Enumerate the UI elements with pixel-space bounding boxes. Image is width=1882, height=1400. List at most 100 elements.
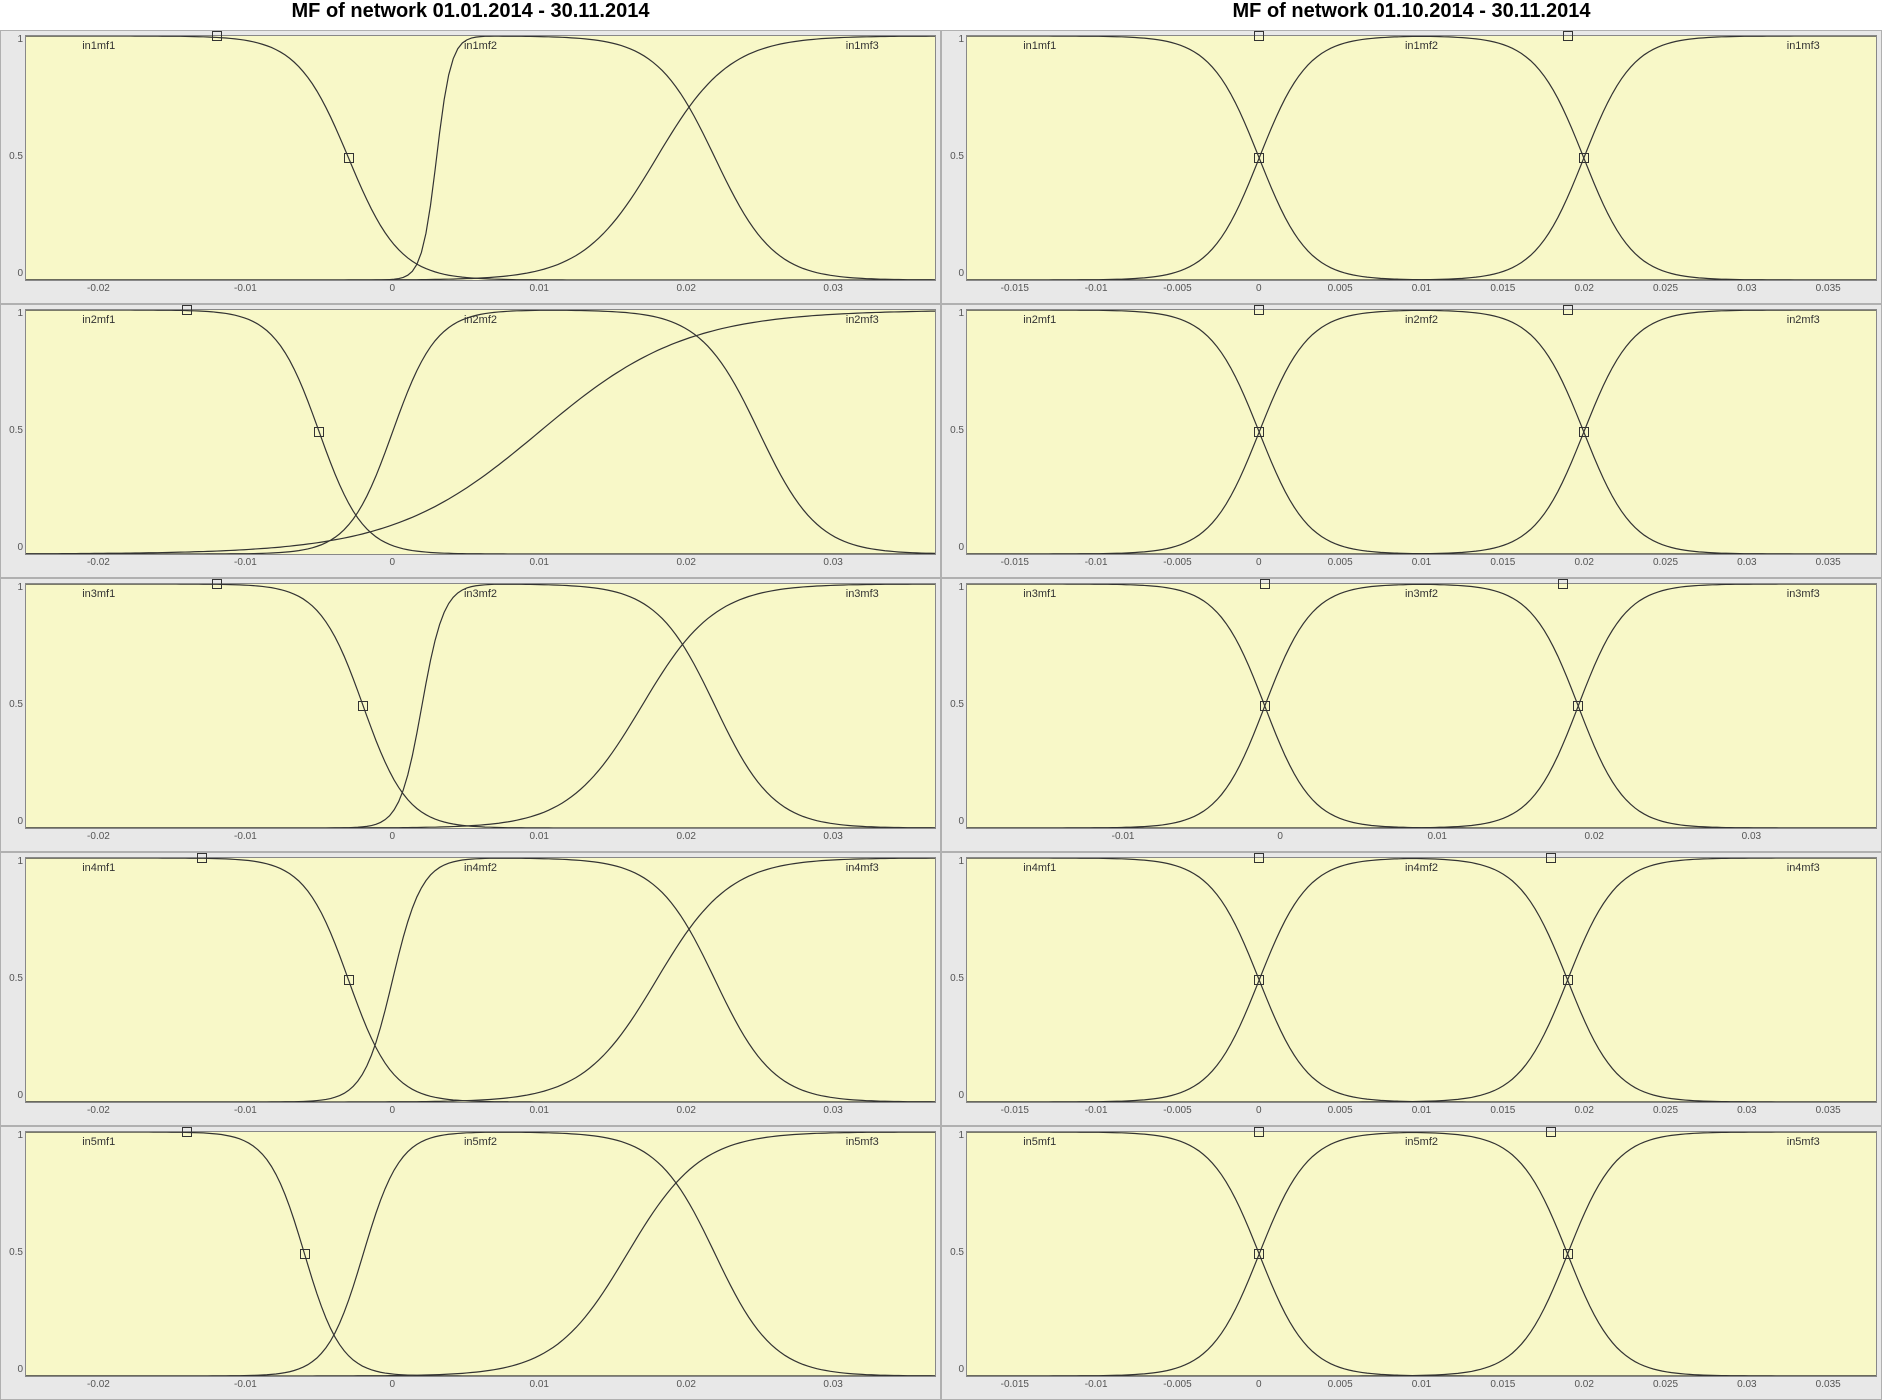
x-tick-label: 0.025: [1653, 283, 1678, 294]
y-tick-label: 1: [3, 35, 23, 45]
x-tick-label: 0.01: [530, 283, 549, 294]
y-axis: 10.50: [944, 309, 964, 553]
x-tick-label: 0.03: [823, 557, 842, 568]
curves-svg: [26, 310, 935, 554]
chart-row: 10.50in3mf1in3mf2in3mf3-0.02-0.0100.010.…: [0, 578, 1882, 852]
marker-icon: [1254, 1249, 1264, 1259]
x-axis: -0.015-0.01-0.00500.0050.010.0150.020.02…: [966, 281, 1877, 303]
x-tick-label: -0.01: [1085, 283, 1108, 294]
x-tick-label: -0.01: [234, 557, 257, 568]
marker-icon: [182, 1127, 192, 1137]
x-tick-label: -0.02: [87, 1105, 110, 1116]
mf-curve: [967, 36, 1876, 280]
x-tick-label: 0: [1256, 1379, 1262, 1390]
y-axis: 10.50: [944, 857, 964, 1101]
x-tick-label: 0.03: [1742, 831, 1761, 842]
marker-icon: [1546, 853, 1556, 863]
mf-curve: [967, 310, 1876, 554]
y-tick-label: 0.5: [944, 426, 964, 436]
chart-cell: 10.50in5mf1in5mf2in5mf3-0.02-0.0100.010.…: [0, 1126, 941, 1400]
marker-icon: [1563, 975, 1573, 985]
chart-cell: 10.50in3mf1in3mf2in3mf3-0.0100.010.020.0…: [941, 578, 1882, 852]
x-tick-label: 0.03: [823, 831, 842, 842]
y-tick-label: 0.5: [944, 974, 964, 984]
x-tick-label: 0.015: [1490, 557, 1515, 568]
plot-area: in3mf1in3mf2in3mf3: [966, 583, 1877, 829]
x-tick-label: -0.02: [87, 283, 110, 294]
curves-svg: [967, 310, 1876, 554]
y-tick-label: 1: [944, 1131, 964, 1141]
x-tick-label: 0.01: [1412, 1379, 1431, 1390]
marker-icon: [1254, 305, 1264, 315]
x-tick-label: 0.01: [530, 1105, 549, 1116]
figure-container: MF of network 01.01.2014 - 30.11.2014 MF…: [0, 0, 1882, 1400]
y-tick-label: 1: [3, 583, 23, 593]
marker-icon: [1254, 153, 1264, 163]
y-tick-label: 0: [944, 817, 964, 827]
titles-row: MF of network 01.01.2014 - 30.11.2014 MF…: [0, 0, 1882, 30]
marker-icon: [1260, 579, 1270, 589]
curves-svg: [26, 584, 935, 828]
plot-area: in5mf1in5mf2in5mf3: [25, 1131, 936, 1377]
y-axis: 10.50: [3, 1131, 23, 1375]
mf-curve: [967, 1132, 1876, 1376]
mf-curve: [26, 584, 935, 828]
mf-curve: [967, 1132, 1876, 1376]
plot-area: in1mf1in1mf2in1mf3: [966, 35, 1877, 281]
y-tick-label: 0: [944, 1091, 964, 1101]
x-tick-label: 0.005: [1328, 1105, 1353, 1116]
x-tick-label: 0.02: [1574, 557, 1593, 568]
y-tick-label: 0.5: [3, 1248, 23, 1258]
x-axis: -0.015-0.01-0.00500.0050.010.0150.020.02…: [966, 1377, 1877, 1399]
y-axis: 10.50: [3, 309, 23, 553]
marker-icon: [1558, 579, 1568, 589]
y-tick-label: 0.5: [944, 1248, 964, 1258]
y-axis: 10.50: [3, 35, 23, 279]
y-tick-label: 0: [3, 817, 23, 827]
x-tick-label: -0.01: [1085, 1379, 1108, 1390]
marker-icon: [1563, 1249, 1573, 1259]
mf-curve: [26, 1132, 935, 1376]
mf-curve: [967, 858, 1876, 1102]
mf-curve: [26, 1132, 935, 1376]
mf-curve: [967, 584, 1876, 828]
y-tick-label: 0: [3, 269, 23, 279]
mf-curve: [26, 36, 935, 280]
chart-cell: 10.50in1mf1in1mf2in1mf3-0.015-0.01-0.005…: [941, 30, 1882, 304]
y-tick-label: 1: [3, 1131, 23, 1141]
x-tick-label: 0.01: [1412, 283, 1431, 294]
marker-icon: [1579, 153, 1589, 163]
chart-row: 10.50 in1mf1in1mf2in1mf3 -0.02 -0.01 0 0.01 0.…: [0, 30, 1882, 304]
y-tick-label: 0.5: [3, 426, 23, 436]
chart-row: 10.50in5mf1in5mf2in5mf3-0.02-0.0100.010.…: [0, 1126, 1882, 1400]
marker-icon: [212, 31, 222, 41]
x-tick-label: -0.015: [1001, 283, 1029, 294]
x-tick-label: 0.02: [676, 1379, 695, 1390]
y-tick-label: 1: [944, 309, 964, 319]
x-tick-label: 0.03: [1737, 283, 1756, 294]
x-tick-label: 0.02: [676, 831, 695, 842]
mf-curve: [967, 858, 1876, 1102]
x-tick-label: 0.035: [1816, 283, 1841, 294]
x-axis: -0.02-0.0100.010.020.03: [25, 1103, 936, 1125]
x-axis: -0.0100.010.020.03: [966, 829, 1877, 851]
curves-svg: [967, 858, 1876, 1102]
plot-area: in2mf1in2mf2in2mf3: [966, 309, 1877, 555]
y-tick-label: 1: [944, 35, 964, 45]
x-tick-label: -0.005: [1163, 1105, 1191, 1116]
chart-cell: 10.50in1mf1in1mf2in1mf3-0.02-0.0100.010.…: [0, 30, 941, 304]
x-tick-label: 0.015: [1490, 283, 1515, 294]
y-tick-label: 0.5: [3, 700, 23, 710]
x-axis: -0.02-0.0100.010.020.03: [25, 555, 936, 577]
y-tick-label: 0: [944, 269, 964, 279]
marker-icon: [1573, 701, 1583, 711]
marker-icon: [344, 975, 354, 985]
x-tick-label: -0.01: [1112, 831, 1135, 842]
mf-curve: [967, 36, 1876, 280]
x-tick-label: 0.035: [1816, 1105, 1841, 1116]
x-tick-label: 0.01: [1412, 1105, 1431, 1116]
y-tick-label: 1: [3, 857, 23, 867]
plot-area: in5mf1in5mf2in5mf3: [966, 1131, 1877, 1377]
x-tick-label: 0.03: [1737, 1105, 1756, 1116]
curves-svg: [967, 584, 1876, 828]
